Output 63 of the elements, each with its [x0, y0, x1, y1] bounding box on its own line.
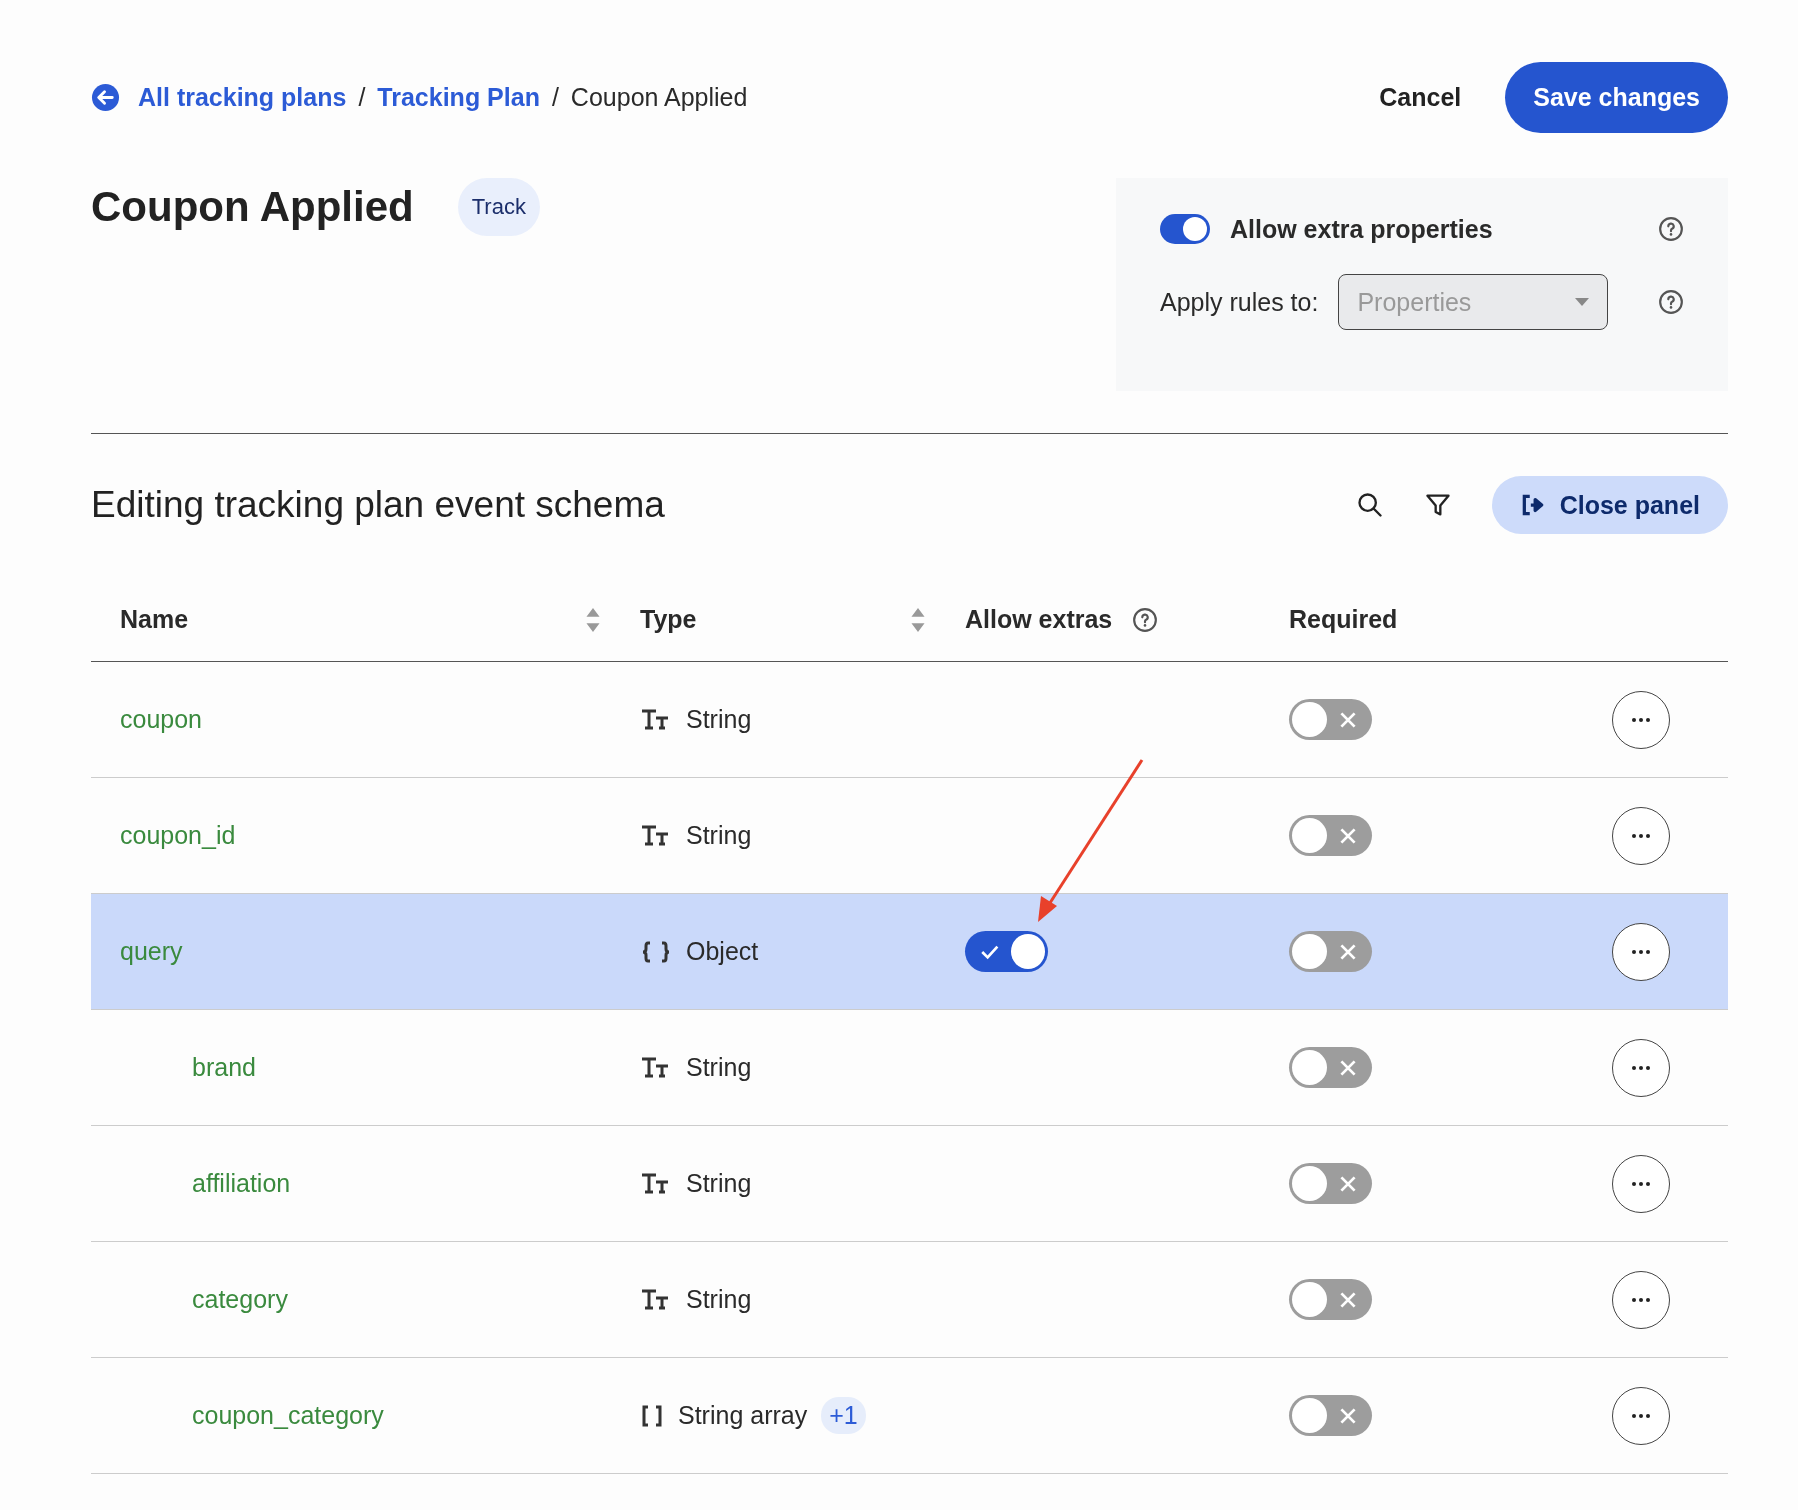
- required-toggle[interactable]: [1289, 815, 1372, 856]
- brackets-icon: [640, 1403, 664, 1428]
- required-toggle[interactable]: [1289, 1395, 1372, 1436]
- type-label: String: [686, 821, 752, 850]
- section-heading: Editing tracking plan event schema: [91, 484, 665, 526]
- table-row[interactable]: query Object: [91, 894, 1728, 1010]
- breadcrumb-link[interactable]: Tracking Plan: [377, 83, 540, 112]
- sort-icon[interactable]: [586, 607, 600, 632]
- help-icon[interactable]: [1658, 216, 1684, 242]
- column-header[interactable]: Name: [120, 605, 640, 634]
- cancel-button[interactable]: Cancel: [1369, 73, 1472, 122]
- type-label: String: [686, 705, 752, 734]
- allow-extra-label: Allow extra properties: [1230, 214, 1494, 244]
- property-name[interactable]: affiliation: [192, 1169, 291, 1198]
- help-icon[interactable]: [1132, 606, 1159, 633]
- required-toggle[interactable]: [1289, 1163, 1372, 1204]
- table-row[interactable]: brand String: [91, 1010, 1728, 1126]
- type-label: String: [686, 1285, 752, 1314]
- table-row[interactable]: coupon String: [91, 662, 1728, 778]
- ellipsis-icon: [1631, 716, 1651, 723]
- extra-type-count[interactable]: +1: [821, 1397, 866, 1434]
- braces-icon: [640, 939, 672, 964]
- allow-extras-toggle[interactable]: [965, 931, 1048, 972]
- ellipsis-icon: [1631, 1296, 1651, 1303]
- breadcrumb-separator: /: [358, 83, 366, 112]
- type-label: String: [686, 1053, 752, 1082]
- ellipsis-icon: [1631, 1180, 1651, 1187]
- required-toggle[interactable]: [1289, 699, 1372, 740]
- type-label: Object: [686, 937, 759, 966]
- back-icon[interactable]: [91, 83, 120, 112]
- property-name[interactable]: coupon_category: [192, 1401, 384, 1430]
- caret-icon: [1575, 298, 1590, 306]
- page-title: Coupon Applied: [91, 183, 414, 231]
- breadcrumb-link[interactable]: All tracking plans: [138, 83, 347, 112]
- required-toggle[interactable]: [1289, 1047, 1372, 1088]
- column-header[interactable]: Type: [640, 605, 965, 634]
- column-header[interactable]: Allow extras: [965, 605, 1289, 634]
- required-toggle[interactable]: [1289, 931, 1372, 972]
- ellipsis-icon: [1631, 1064, 1651, 1071]
- property-name[interactable]: coupon_id: [120, 821, 236, 850]
- property-name[interactable]: category: [192, 1285, 288, 1314]
- allow-extra-toggle[interactable]: [1160, 214, 1210, 244]
- type-label: String array: [678, 1401, 808, 1430]
- property-name[interactable]: coupon: [120, 705, 203, 734]
- type-label: String: [686, 1169, 752, 1198]
- help-icon[interactable]: [1658, 289, 1684, 315]
- save-button[interactable]: Save changes: [1505, 62, 1728, 133]
- required-toggle[interactable]: [1289, 1279, 1372, 1320]
- event-type-badge: Track: [457, 178, 540, 236]
- property-name[interactable]: brand: [192, 1053, 256, 1082]
- sort-icon[interactable]: [911, 607, 925, 632]
- table-row[interactable]: affiliation String: [91, 1126, 1728, 1242]
- ellipsis-icon: [1631, 832, 1651, 839]
- ellipsis-icon: [1631, 948, 1651, 955]
- search-icon[interactable]: [1355, 491, 1384, 519]
- close-panel-button[interactable]: Close panel: [1491, 476, 1728, 534]
- apply-rules-label: Apply rules to:: [1160, 287, 1319, 317]
- column-header[interactable]: Required: [1289, 605, 1612, 634]
- ellipsis-icon: [1631, 1412, 1651, 1419]
- table-row[interactable]: category String: [91, 1242, 1728, 1358]
- table-row[interactable]: coupon_category String array +1: [91, 1358, 1728, 1474]
- breadcrumb-current: Coupon Applied: [570, 83, 748, 112]
- breadcrumb-separator: /: [551, 83, 559, 112]
